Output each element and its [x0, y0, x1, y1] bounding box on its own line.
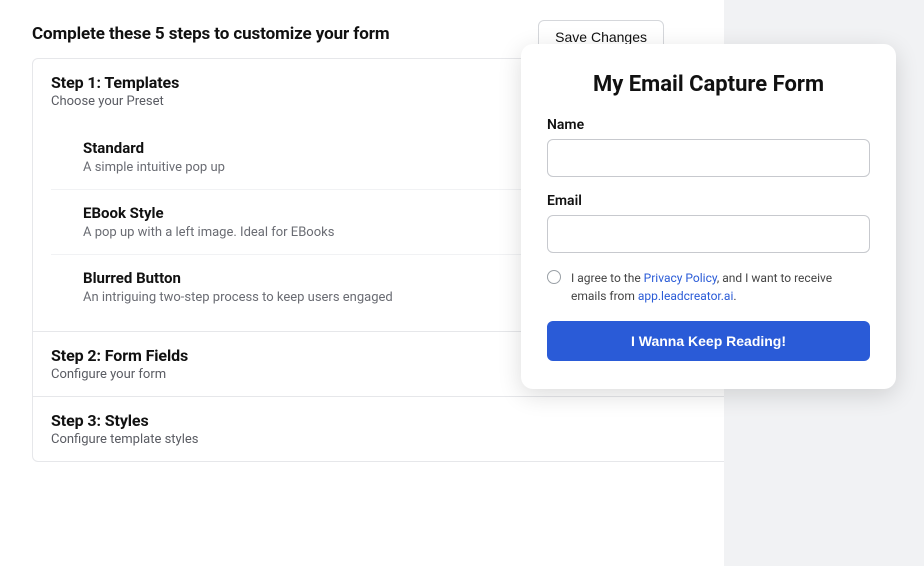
step-title: Step 3: Styles — [51, 411, 198, 430]
form-preview-panel: My Email Capture Form Name Email I agree… — [521, 44, 896, 389]
email-input[interactable] — [547, 215, 870, 253]
step-subtitle: Configure template styles — [51, 432, 198, 447]
consent-checkbox[interactable] — [547, 270, 561, 284]
privacy-policy-link[interactable]: Privacy Policy — [644, 271, 717, 285]
consent-prefix: I agree to the — [571, 271, 644, 285]
step-subtitle: Choose your Preset — [51, 94, 179, 109]
submit-button[interactable]: I Wanna Keep Reading! — [547, 321, 870, 361]
consent-suffix: . — [733, 289, 736, 303]
name-label: Name — [547, 117, 870, 133]
step-title: Step 2: Form Fields — [51, 346, 188, 365]
step-subtitle: Configure your form — [51, 367, 188, 382]
email-label: Email — [547, 193, 870, 209]
step-title: Step 1: Templates — [51, 73, 179, 92]
name-input[interactable] — [547, 139, 870, 177]
consent-row: I agree to the Privacy Policy, and I wan… — [547, 269, 870, 305]
consent-text: I agree to the Privacy Policy, and I wan… — [571, 269, 870, 305]
page-title: Complete these 5 steps to customize your… — [32, 24, 389, 44]
preview-title: My Email Capture Form — [547, 72, 870, 97]
app-link[interactable]: app.leadcreator.ai — [638, 289, 733, 303]
